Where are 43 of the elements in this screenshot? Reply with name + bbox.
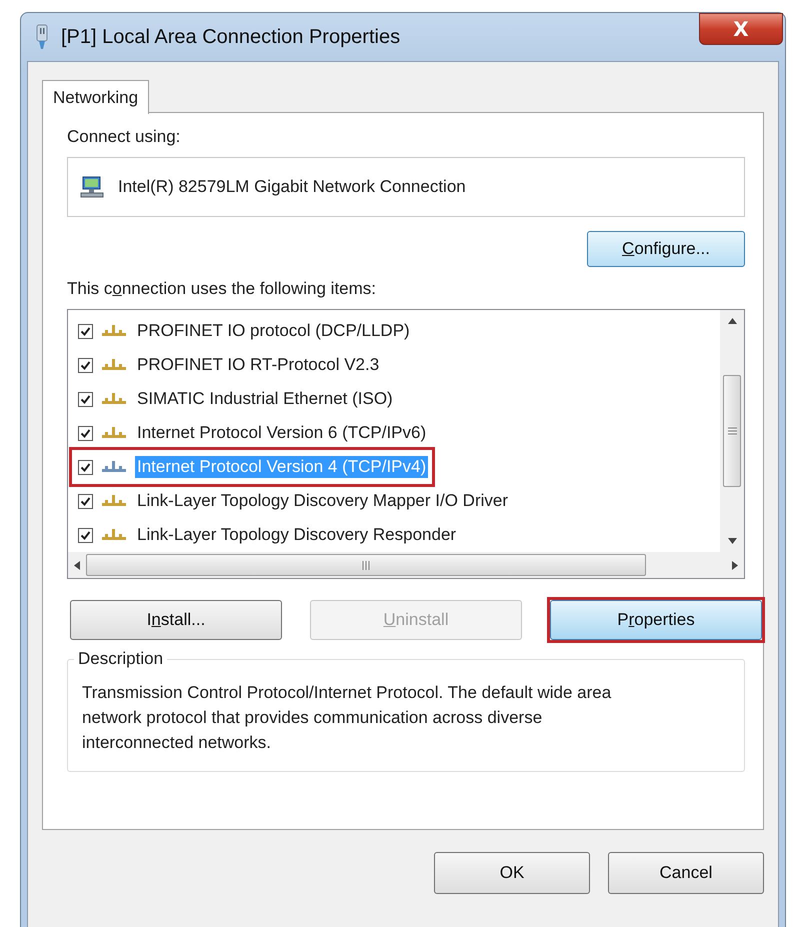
network-adapter-icon [80, 175, 104, 199]
list-item[interactable]: PROFINET IO protocol (DCP/LLDP) [135, 320, 412, 342]
checkbox[interactable] [78, 528, 93, 542]
tab[interactable]: Networking [42, 80, 150, 114]
properties-button[interactable]: Properties [550, 600, 762, 640]
list-item[interactable]: PROFINET IO RT-Protocol V2.3 [135, 354, 382, 376]
protocol-icon [101, 426, 127, 440]
configure-button[interactable]: Configure... [587, 231, 745, 267]
protocol-icon [101, 358, 127, 372]
connect-using-label: Connect using: [67, 127, 180, 147]
checkbox[interactable] [78, 426, 93, 440]
list-item[interactable]: SIMATIC Industrial Ethernet (ISO) [135, 388, 395, 410]
cancel-button[interactable]: Cancel [608, 852, 764, 894]
checkbox[interactable] [78, 392, 93, 406]
window-title: [P1] Local Area Connection Properties [61, 26, 400, 48]
scroll-down-icon[interactable] [728, 538, 736, 544]
adapter-field: Intel(R) 82579LM Gigabit Network Connection [67, 157, 745, 217]
description-text: Transmission Control Protocol/Internet Protocol. The default wide area network protocol that provides communication across diverse interconnected networks. [82, 682, 612, 754]
install-button[interactable]: Install... [70, 600, 282, 640]
list-item[interactable]: Link-Layer Topology Discovery Mapper I/O Driver [135, 490, 510, 512]
list-item[interactable]: Internet Protocol Version 6 (TCP/IPv6) [135, 422, 428, 444]
group-title: Description [74, 649, 168, 669]
grip-icon [362, 560, 370, 570]
horizontal-scrollbar[interactable] [68, 552, 744, 578]
grip-icon [728, 427, 736, 435]
protocol-icon [101, 460, 127, 474]
scroll-left-icon[interactable] [74, 560, 80, 570]
plug-icon [35, 24, 49, 50]
checkbox[interactable] [78, 324, 93, 338]
list-item[interactable]: Link-Layer Topology Discovery Responder [135, 524, 458, 546]
scroll-up-icon[interactable] [728, 318, 736, 324]
protocol-icon [101, 494, 127, 508]
vertical-scrollbar[interactable] [720, 310, 744, 552]
ok-button[interactable]: OK [434, 852, 590, 894]
protocol-icon [101, 528, 127, 542]
protocol-icon [101, 392, 127, 406]
scroll-right-icon[interactable] [732, 560, 738, 570]
items-label: This connection uses the following items: [67, 279, 376, 299]
checkbox[interactable] [78, 358, 93, 372]
checkbox[interactable] [78, 460, 93, 474]
close-button[interactable]: X [699, 13, 783, 45]
protocol-icon [101, 324, 127, 338]
checkbox[interactable] [78, 494, 93, 508]
